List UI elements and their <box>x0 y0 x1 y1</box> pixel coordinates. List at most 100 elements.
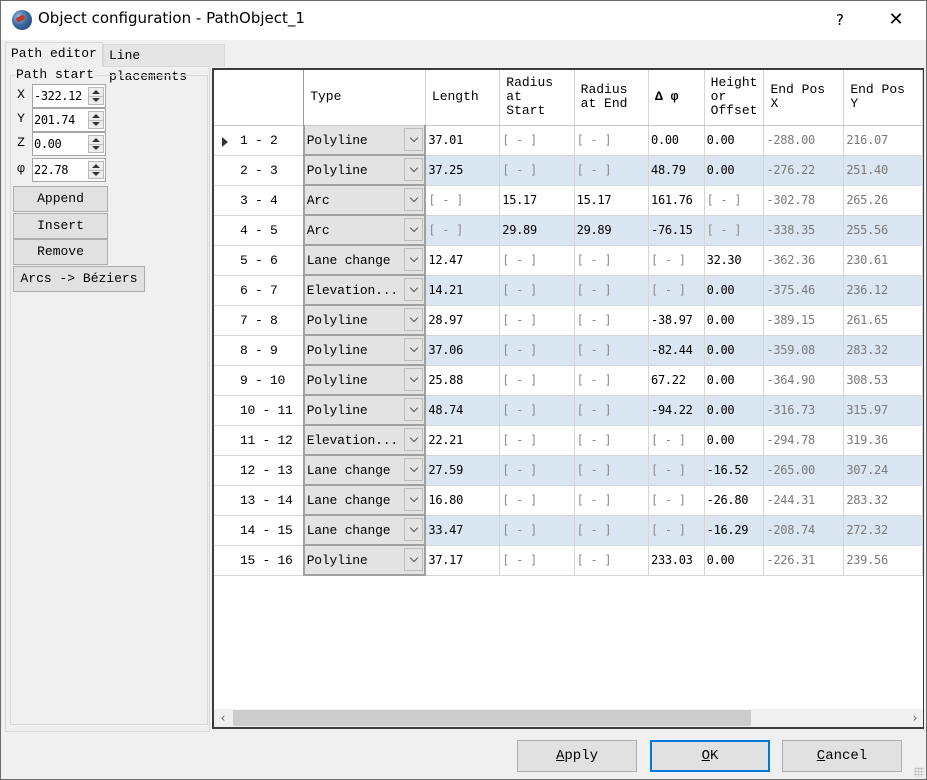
height-offset-cell[interactable]: 0.00 <box>704 395 765 426</box>
end-pos-y-cell[interactable]: 255.56 <box>843 215 923 246</box>
delta-phi-cell[interactable]: -38.97 <box>648 305 705 336</box>
end-pos-y-cell[interactable]: 265.26 <box>843 185 923 216</box>
delta-phi-cell[interactable]: 48.79 <box>648 155 705 186</box>
table-row[interactable]: 3 - 4 Arc[ - ] 15.17 15.17 161.76[ - ] -302.7… <box>214 184 923 216</box>
scrollbar-thumb[interactable] <box>233 710 751 726</box>
row-header[interactable]: 14 - 15 <box>214 515 305 546</box>
length-cell[interactable]: 37.01 <box>425 125 501 156</box>
delta-phi-cell[interactable]: [ - ] <box>648 425 705 456</box>
radius-start-cell[interactable]: [ - ] <box>499 155 575 186</box>
delta-phi-cell[interactable]: [ - ] <box>648 245 705 276</box>
y-spin-buttons[interactable] <box>88 111 104 129</box>
length-cell[interactable]: [ - ] <box>425 215 501 246</box>
radius-start-cell[interactable]: [ - ] <box>499 335 575 366</box>
insert-button[interactable]: Insert <box>13 213 108 239</box>
radius-end-cell[interactable]: [ - ] <box>574 425 650 456</box>
chevron-down-icon[interactable] <box>404 428 424 451</box>
end-pos-x-cell[interactable]: -294.78 <box>763 425 845 456</box>
chevron-down-icon[interactable] <box>404 158 424 181</box>
height-offset-cell[interactable]: 0.00 <box>704 155 765 186</box>
chevron-down-icon[interactable] <box>404 458 424 481</box>
end-pos-y-cell[interactable]: 251.40 <box>843 155 923 186</box>
delta-phi-cell[interactable]: 161.76 <box>648 185 705 216</box>
tab-line-placements[interactable]: Line placements <box>103 44 225 84</box>
end-pos-x-cell[interactable]: -375.46 <box>763 275 845 306</box>
length-cell[interactable]: [ - ] <box>425 185 501 216</box>
length-cell[interactable]: 16.80 <box>425 485 501 516</box>
title-bar[interactable]: Object configuration - PathObject_1 ? ✕ <box>1 1 926 40</box>
table-row[interactable]: 2 - 3 Polyline 37.25[ - ][ - ] 48.79 0.00 -27… <box>214 154 923 186</box>
end-pos-y-cell[interactable]: 230.61 <box>843 245 923 276</box>
phi-spinbox[interactable] <box>32 158 106 182</box>
spin-up-icon[interactable] <box>89 88 103 96</box>
length-cell[interactable]: 37.25 <box>425 155 501 186</box>
height-offset-cell[interactable]: 0.00 <box>704 425 765 456</box>
row-header[interactable]: 1 - 2 <box>214 125 305 156</box>
ok-button[interactable]: OK <box>650 740 770 772</box>
table-row[interactable]: 9 - 10 Polyline 25.88[ - ][ - ] 67.22 0.00 -3… <box>214 364 923 396</box>
scroll-right-icon[interactable]: › <box>906 709 923 727</box>
row-header[interactable]: 10 - 11 <box>214 395 305 426</box>
table-row[interactable]: 15 - 16 Polyline 37.17[ - ][ - ] 233.03 0.00… <box>214 544 923 576</box>
spin-down-icon[interactable] <box>89 120 103 128</box>
y-spinbox[interactable] <box>32 108 106 132</box>
end-pos-y-cell[interactable]: 239.56 <box>843 545 923 576</box>
end-pos-x-cell[interactable]: -338.35 <box>763 215 845 246</box>
length-cell[interactable]: 27.59 <box>425 455 501 486</box>
length-cell[interactable]: 28.97 <box>425 305 501 336</box>
type-combobox[interactable]: Polyline <box>302 304 427 336</box>
length-cell[interactable]: 37.06 <box>425 335 501 366</box>
z-spin-buttons[interactable] <box>88 135 104 153</box>
radius-end-cell[interactable]: [ - ] <box>574 545 650 576</box>
length-cell[interactable]: 14.21 <box>425 275 501 306</box>
radius-start-cell[interactable]: [ - ] <box>499 365 575 396</box>
end-pos-x-cell[interactable]: -276.22 <box>763 155 845 186</box>
radius-start-cell[interactable]: [ - ] <box>499 455 575 486</box>
table-row[interactable]: 11 - 12 Elevation... 22.21[ - ][ - ][ - ] 0… <box>214 424 923 456</box>
arcs-to-beziers-button[interactable]: Arcs -> Béziers <box>13 266 145 292</box>
chevron-down-icon[interactable] <box>404 338 424 361</box>
height-offset-cell[interactable]: 0.00 <box>704 335 765 366</box>
delta-phi-cell[interactable]: 67.22 <box>648 365 705 396</box>
chevron-down-icon[interactable] <box>404 248 424 271</box>
radius-start-cell[interactable]: [ - ] <box>499 545 575 576</box>
spin-down-icon[interactable] <box>89 96 103 104</box>
length-cell[interactable]: 25.88 <box>425 365 501 396</box>
row-header[interactable]: 5 - 6 <box>214 245 305 276</box>
height-offset-cell[interactable]: -16.29 <box>704 515 765 546</box>
x-spinbox[interactable] <box>32 84 106 108</box>
height-offset-cell[interactable]: [ - ] <box>704 185 765 216</box>
close-button[interactable]: ✕ <box>881 7 911 33</box>
type-combobox[interactable]: Polyline <box>302 334 427 366</box>
end-pos-x-cell[interactable]: -208.74 <box>763 515 845 546</box>
end-pos-x-cell[interactable]: -362.36 <box>763 245 845 276</box>
radius-end-cell[interactable]: [ - ] <box>574 455 650 486</box>
delta-phi-cell[interactable]: [ - ] <box>648 455 705 486</box>
end-pos-x-cell[interactable]: -244.31 <box>763 485 845 516</box>
column-header-radius-start[interactable]: Radius at Start <box>499 70 575 126</box>
height-offset-cell[interactable]: 0.00 <box>704 275 765 306</box>
column-header-type[interactable]: Type <box>303 70 426 126</box>
radius-end-cell[interactable]: [ - ] <box>574 365 650 396</box>
chevron-down-icon[interactable] <box>404 398 424 421</box>
radius-end-cell[interactable]: 15.17 <box>574 185 650 216</box>
radius-end-cell[interactable]: [ - ] <box>574 335 650 366</box>
row-header[interactable]: 11 - 12 <box>214 425 305 456</box>
delta-phi-cell[interactable]: [ - ] <box>648 515 705 546</box>
chevron-down-icon[interactable] <box>404 218 424 241</box>
chevron-down-icon[interactable] <box>404 308 424 331</box>
type-combobox[interactable]: Lane change <box>302 454 427 486</box>
end-pos-y-cell[interactable]: 236.12 <box>843 275 923 306</box>
spin-up-icon[interactable] <box>89 162 103 170</box>
table-row[interactable]: 13 - 14 Lane change 16.80[ - ][ - ][ - ] -2… <box>214 484 923 516</box>
radius-end-cell[interactable]: [ - ] <box>574 245 650 276</box>
height-offset-cell[interactable]: 32.30 <box>704 245 765 276</box>
end-pos-y-cell[interactable]: 216.07 <box>843 125 923 156</box>
spin-down-icon[interactable] <box>89 170 103 178</box>
table-row[interactable]: 10 - 11 Polyline 48.74[ - ][ - ] -94.22 0.00… <box>214 394 923 426</box>
radius-start-cell[interactable]: [ - ] <box>499 395 575 426</box>
radius-start-cell[interactable]: [ - ] <box>499 425 575 456</box>
chevron-down-icon[interactable] <box>404 188 424 211</box>
horizontal-scrollbar[interactable]: ‹ › <box>214 709 923 727</box>
row-header[interactable]: 6 - 7 <box>214 275 305 306</box>
